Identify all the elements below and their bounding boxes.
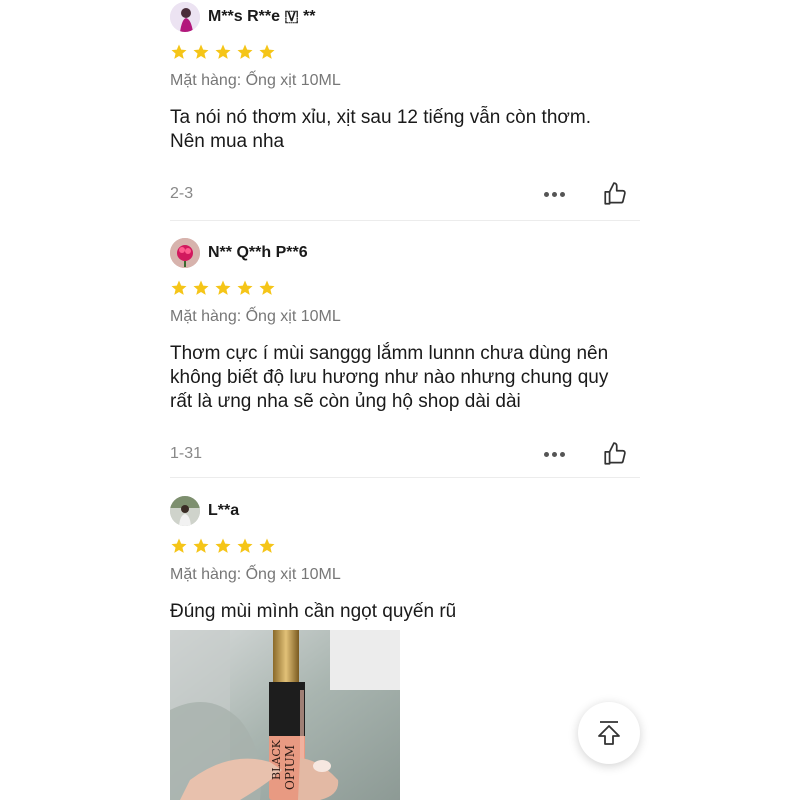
review-date: 2-3 [170, 185, 194, 202]
reviewer-name: L**a [208, 502, 240, 519]
star-icon [215, 44, 231, 59]
avatar [170, 496, 200, 526]
comment-line: rất là ưng nha sẽ còn ủng hộ shop dài dà… [170, 391, 521, 412]
review-item: L**a Mặt hàng: Ống xịt 10ML Đúng mùi mìn… [170, 494, 640, 624]
star-icon [171, 44, 187, 59]
review-footer: 2-3 [170, 180, 640, 208]
review-photo[interactable]: BLACK OPIUM [170, 630, 400, 800]
comment-line: Ta nói nó thơm xỉu, xịt sau 12 tiếng vẫn… [170, 107, 591, 128]
review-divider [170, 477, 640, 478]
more-dots-icon[interactable] [544, 451, 568, 457]
scroll-to-top-icon [598, 721, 620, 745]
product-variant: Mặt hàng: Ống xịt 10ML [170, 72, 341, 89]
star-icon [237, 44, 253, 59]
star-icon [237, 538, 253, 553]
star-icon [193, 280, 209, 295]
reviewer-row: L**a [170, 494, 640, 528]
star-icon [171, 280, 187, 295]
review-divider [170, 220, 640, 221]
comment-line: không biết độ lưu hương như nào nhưng ch… [170, 367, 609, 388]
star-icon [193, 538, 209, 553]
review-date: 1-31 [170, 445, 203, 462]
star-icon [193, 44, 209, 59]
rating-stars [170, 42, 640, 62]
star-icon [237, 280, 253, 295]
more-dots-icon[interactable] [544, 191, 568, 197]
star-icon [171, 538, 187, 553]
reviewer-name: M**s R**e 🇻 ** [208, 8, 316, 25]
review-comment: Ta nói nó thơm xỉu, xịt sau 12 tiếng vẫn… [170, 106, 640, 154]
avatar [170, 238, 200, 268]
comment-line: Đúng mùi mình cần ngọt quyến rũ [170, 601, 457, 622]
reviews-page: M**s R**e 🇻 ** Mặt hàng: Ống xịt 10ML Ta… [0, 0, 800, 800]
review-comment: Thơm cực í mùi sanggg lắmm lunnn chưa dù… [170, 342, 640, 414]
review-comment: Đúng mùi mình cần ngọt quyến rũ [170, 600, 640, 624]
comment-line: Thơm cực í mùi sanggg lắmm lunnn chưa dù… [170, 343, 609, 364]
review-actions [544, 441, 640, 467]
star-icon [259, 538, 275, 553]
product-variant: Mặt hàng: Ống xịt 10ML [170, 308, 341, 325]
product-variant: Mặt hàng: Ống xịt 10ML [170, 566, 341, 583]
reviewer-row: M**s R**e 🇻 ** [170, 0, 640, 34]
scroll-to-top-button[interactable] [578, 702, 640, 764]
reviewer-name: N** Q**h P**6 [208, 244, 308, 261]
photo-label-opium: OPIUM [283, 745, 297, 790]
comment-line: Nên mua nha [170, 131, 285, 152]
thumbs-up-icon[interactable] [602, 441, 628, 467]
star-icon [259, 280, 275, 295]
review-footer: 1-31 [170, 440, 640, 468]
thumbs-up-icon[interactable] [602, 181, 628, 207]
review-actions [544, 181, 640, 207]
rating-stars [170, 278, 640, 298]
reviewer-row: N** Q**h P**6 [170, 236, 640, 270]
avatar [170, 2, 200, 32]
star-icon [215, 280, 231, 295]
photo-label-black: BLACK [270, 739, 283, 780]
rating-stars [170, 536, 640, 556]
star-icon [259, 44, 275, 59]
review-item: M**s R**e 🇻 ** Mặt hàng: Ống xịt 10ML Ta… [170, 0, 640, 208]
star-icon [215, 538, 231, 553]
review-item: N** Q**h P**6 Mặt hàng: Ống xịt 10ML Thơ… [170, 236, 640, 468]
